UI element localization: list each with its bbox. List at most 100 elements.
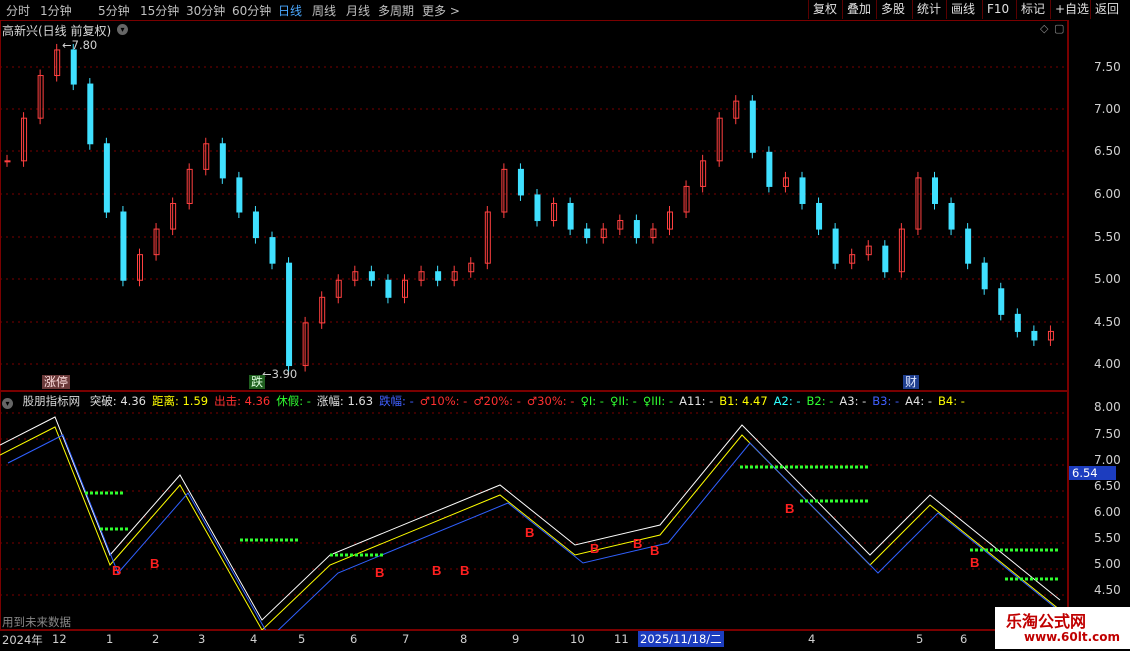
buy-signal-marker: B [970,555,979,570]
fuquan-button[interactable]: 复权 [808,0,841,19]
period-15min[interactable]: 15分钟 [140,2,179,19]
indicator-chart: B BB B BBB B BBB [0,412,1068,630]
candle-body [882,245,889,273]
candle-body [286,262,293,367]
date-tick: 6 [960,632,968,646]
date-tick: 5 [298,632,306,646]
toolbar: 分时 1分钟 5分钟 15分钟 30分钟 60分钟 日线 周线 月线 多周期 更… [0,0,1130,21]
candle-body [252,211,259,239]
finance-tag[interactable]: 财 [903,375,920,389]
ind-y-tick: 7.00 [1094,453,1121,467]
current-price-box: 6.54 [1069,466,1116,480]
ind-y-tick: 4.50 [1094,583,1121,597]
date-cursor-box: 2025/11/18/二 [638,631,724,647]
date-tick: 5 [916,632,924,646]
f10-button[interactable]: F10 [982,0,1013,19]
candle-body [749,100,756,153]
date-tick: 10 [570,632,585,646]
date-tick: 4 [808,632,816,646]
candle-body [584,228,591,239]
period-1min[interactable]: 1分钟 [40,2,72,19]
price-y-tick: 4.00 [1094,357,1121,371]
multi-stock-button[interactable]: 多股 [876,0,909,19]
add-watchlist-button[interactable]: +自选 [1050,0,1093,19]
buy-signal-marker: B [590,541,599,556]
overlay-button[interactable]: 叠加 [842,0,875,19]
ind-y-tick: 8.00 [1094,400,1121,414]
high-price-label: ←7.80 [62,38,98,52]
period-month[interactable]: 月线 [346,2,370,19]
period-multi[interactable]: 多周期 [378,2,414,19]
candle-body [1031,330,1038,341]
date-tick: 4 [250,632,258,646]
period-60min[interactable]: 60分钟 [232,2,271,19]
date-tick: 12 [52,632,67,646]
mark-button[interactable]: 标记 [1016,0,1049,19]
candle-body [998,288,1005,315]
date-tick: 9 [512,632,520,646]
stats-button[interactable]: 统计 [912,0,945,19]
limit-up-tag[interactable]: 涨停 [42,375,71,389]
candle-body [816,202,823,230]
buy-signal-marker: B [150,556,159,571]
candle-body [385,279,392,298]
buy-signal-marker: B [633,536,642,551]
buy-signal-marker: B [460,563,469,578]
candle-body [269,237,276,264]
date-tick: 8 [460,632,468,646]
period-fenshi[interactable]: 分时 [6,2,30,19]
candle-body [120,211,127,281]
ind-y-tick: 5.50 [1094,531,1121,545]
date-tick: 1 [106,632,114,646]
candle-body [236,177,243,213]
candle-body [435,271,442,281]
price-y-tick: 7.00 [1094,102,1121,116]
buy-signal-marker: B [525,525,534,540]
candle-body [633,220,640,239]
ind-y-tick: 7.50 [1094,427,1121,441]
candle-body [932,177,938,204]
period-day[interactable]: 日线 [278,2,302,19]
date-tick: 3 [198,632,206,646]
price-y-tick: 6.00 [1094,187,1121,201]
ind-y-tick: 6.00 [1094,505,1121,519]
price-y-tick: 7.50 [1094,60,1121,74]
buy-signal-marker: B [650,543,659,558]
candle-body [1014,313,1021,332]
low-price-value: 3.90 [271,367,298,381]
candle-body [87,83,94,145]
fall-tag[interactable]: 跌 [249,375,266,389]
date-tick: 7 [402,632,410,646]
period-5min[interactable]: 5分钟 [98,2,130,19]
period-week[interactable]: 周线 [312,2,336,19]
candle-body [103,143,110,213]
ind-y-tick: 6.50 [1094,479,1121,493]
candle-body [766,151,773,187]
candlestick-chart [0,43,1068,372]
date-tick: 11 [614,632,629,646]
candle-body [832,228,839,264]
price-y-tick: 4.50 [1094,315,1121,329]
buy-signal-marker: B [375,565,384,580]
period-30min[interactable]: 30分钟 [186,2,225,19]
draw-button[interactable]: 画线 [946,0,979,19]
zigzag-line-blue [7,434,1068,630]
future-data-note: 用到未来数据 [2,615,71,629]
period-more[interactable]: 更多 > [422,2,460,19]
buy-signal-marker: B [432,563,441,578]
candle-body [981,262,988,290]
date-tick: 2024年 [2,633,43,647]
price-y-axis [1068,20,1130,391]
candle-body [4,160,11,163]
low-price-label: ←3.90 [262,367,298,381]
date-tick: 2 [152,632,160,646]
buy-signal-marker: B [785,501,794,516]
back-button[interactable]: 返回 [1090,0,1123,19]
candle-body [534,194,541,222]
candle-body [567,202,574,230]
candle-body [219,143,226,179]
buy-signal-marker: B [112,563,121,578]
price-y-tick: 5.00 [1094,272,1121,286]
date-tick: 6 [350,632,358,646]
candle-body [70,49,77,85]
